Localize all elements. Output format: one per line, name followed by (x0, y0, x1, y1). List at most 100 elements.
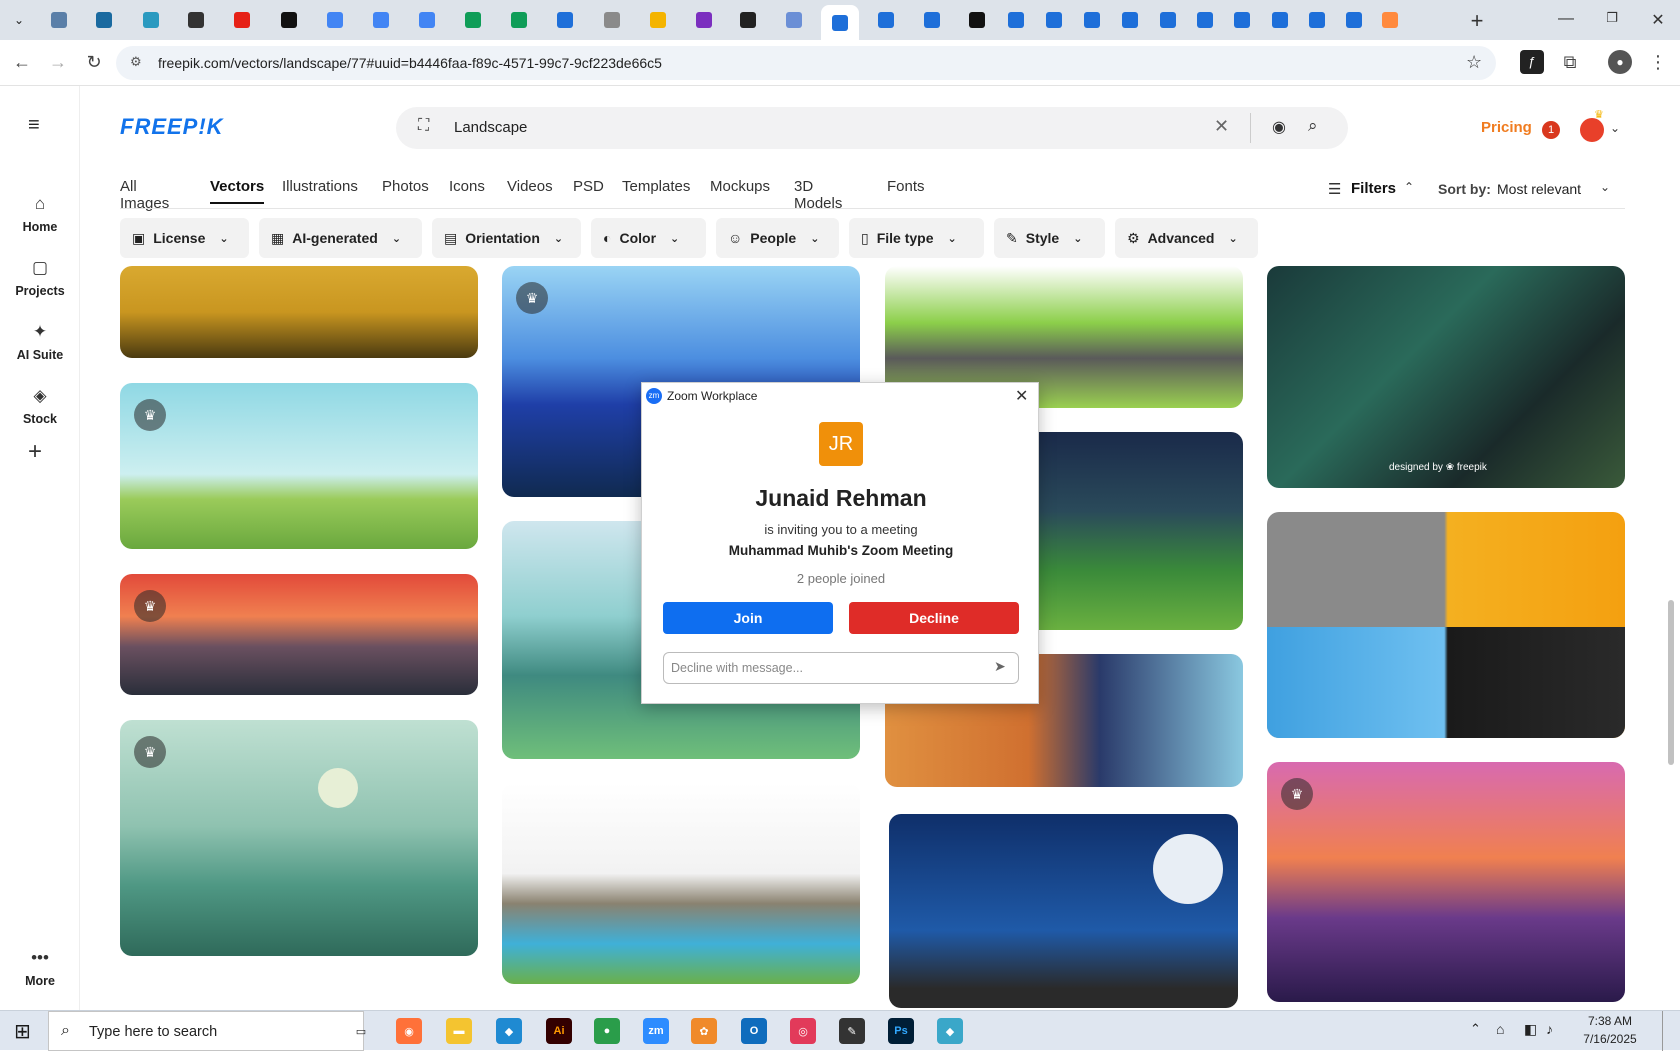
browser-tab[interactable] (734, 7, 762, 33)
volume-icon[interactable]: ♪ (1546, 1021, 1553, 1037)
creative-cloud-icon[interactable]: ◎ (790, 1018, 816, 1044)
freepik-logo[interactable]: FREEP!K (120, 114, 224, 140)
tab-templates[interactable]: Templates (622, 178, 690, 195)
browser-tab[interactable] (780, 7, 808, 33)
browser-tab[interactable] (1078, 7, 1106, 33)
filter-license-button[interactable]: ▣ License ⌄ (120, 218, 249, 258)
pricing-link[interactable]: Pricing (1481, 119, 1532, 136)
forward-icon[interactable]: → (46, 50, 70, 74)
browser-tab[interactable] (551, 7, 579, 33)
new-tab-button[interactable]: + (1465, 8, 1489, 34)
browser-tab[interactable] (1002, 7, 1030, 33)
tab-search-dropdown[interactable]: ⌄ (6, 7, 32, 33)
clear-search-icon[interactable]: ✕ (1214, 116, 1229, 137)
browser-tab[interactable] (413, 7, 441, 33)
chevron-down-icon[interactable]: ⌄ (1610, 121, 1620, 135)
browser-tab[interactable] (321, 7, 349, 33)
browser-tab[interactable] (1303, 7, 1331, 33)
filter-style-button[interactable]: ✎ Style ⌄ (994, 218, 1105, 258)
hamburger-menu-icon[interactable]: ≡ (28, 114, 40, 137)
image-card[interactable] (889, 814, 1238, 1008)
browser-tab[interactable] (1376, 7, 1404, 33)
url-text[interactable]: freepik.com/vectors/landscape/77#uuid=b4… (158, 55, 662, 71)
tab-illustrations[interactable]: Illustrations (282, 178, 358, 195)
restore-icon[interactable]: ❐ (1592, 10, 1632, 26)
notification-badge[interactable]: 1 (1542, 121, 1560, 139)
chevron-up-icon[interactable]: ⌃ (1470, 1021, 1481, 1037)
task-view-icon[interactable]: ▭ (348, 1018, 374, 1044)
browser-tab[interactable] (644, 7, 672, 33)
browser-tab[interactable] (459, 7, 487, 33)
pen-app-icon[interactable]: ✎ (839, 1018, 865, 1044)
site-info-icon[interactable]: ⚙ (130, 54, 142, 70)
chevron-up-icon[interactable]: ⌃ (1404, 180, 1414, 194)
browser-tab[interactable] (90, 7, 118, 33)
sidebar-item-more[interactable]: ••• More (0, 948, 80, 988)
photoshop-icon[interactable]: Ps (888, 1018, 914, 1044)
sort-select[interactable]: Most relevant (1497, 181, 1581, 197)
browser-tab[interactable] (182, 7, 210, 33)
camera-search-icon[interactable]: ◉ (1272, 117, 1286, 137)
reload-icon[interactable]: ↻ (82, 50, 106, 74)
minimize-icon[interactable]: — (1546, 10, 1586, 28)
send-arrow-icon[interactable]: ➤ (994, 658, 1006, 675)
tab-3d-models[interactable]: 3D Models (794, 178, 842, 212)
browser-tab[interactable] (918, 7, 946, 33)
browser-tab[interactable] (505, 7, 533, 33)
show-desktop-button[interactable] (1662, 1011, 1663, 1051)
browser-tab[interactable] (1228, 7, 1256, 33)
tab-photos[interactable]: Photos (382, 178, 429, 195)
browser-tab[interactable] (821, 5, 859, 40)
filter-color-button[interactable]: ◐ Color ⌄ (591, 218, 706, 258)
tab-psd[interactable]: PSD (573, 178, 604, 195)
filters-toggle[interactable]: Filters (1351, 180, 1396, 197)
image-card[interactable] (1267, 512, 1625, 738)
browser-tab[interactable] (1191, 7, 1219, 33)
browser-tab[interactable] (275, 7, 303, 33)
close-icon[interactable]: ✕ (1015, 386, 1028, 406)
browser-tab[interactable] (137, 7, 165, 33)
extensions-puzzle-icon[interactable]: ⧉ (1558, 50, 1582, 74)
filter-advanced-button[interactable]: ⚙ Advanced ⌄ (1115, 218, 1258, 258)
browser-tab[interactable] (45, 7, 73, 33)
tab-mockups[interactable]: Mockups (710, 178, 770, 195)
image-card[interactable] (120, 266, 478, 358)
tab-icons[interactable]: Icons (449, 178, 485, 195)
image-card[interactable]: ♛ (120, 383, 478, 549)
illustrator-icon[interactable]: Ai (546, 1018, 572, 1044)
tab-fonts[interactable]: Fonts (887, 178, 925, 195)
sidebar-item-stock[interactable]: ◈ Stock (0, 386, 80, 426)
windows-start-icon[interactable]: ⊞ (14, 1019, 31, 1044)
image-card[interactable]: ♛ (120, 720, 478, 956)
browser-tab[interactable] (367, 7, 395, 33)
image-card[interactable]: ♛ (120, 574, 478, 695)
vscode-icon[interactable]: ◆ (496, 1018, 522, 1044)
decline-message-input[interactable]: Decline with message... ➤ (663, 652, 1019, 684)
browser-tab[interactable] (1154, 7, 1182, 33)
image-card[interactable]: ♛ (1267, 762, 1625, 1002)
page-scrollbar[interactable] (1668, 600, 1674, 765)
extension-icon[interactable]: ƒ (1520, 50, 1544, 74)
wifi-icon[interactable]: ◧ (1524, 1021, 1537, 1038)
sidebar-item-home[interactable]: ⌂ Home (0, 194, 80, 234)
search-input[interactable]: Landscape (454, 119, 527, 136)
filters-sliders-icon[interactable]: ☰ (1328, 180, 1341, 198)
browser-tab[interactable] (963, 7, 991, 33)
browser-tab[interactable] (1116, 7, 1144, 33)
back-icon[interactable]: ← (10, 50, 34, 74)
taskbar-search-box[interactable]: ⌕ Type here to search (48, 1011, 364, 1051)
browser-menu-icon[interactable]: ⋮ (1646, 50, 1670, 74)
browser-tab[interactable] (872, 7, 900, 33)
clock-time[interactable]: 7:38 AM (1570, 1014, 1650, 1028)
profile-avatar[interactable]: ● (1608, 50, 1632, 74)
zoom-taskbar-icon[interactable]: zm (643, 1018, 669, 1044)
app-icon[interactable]: ✿ (691, 1018, 717, 1044)
file-explorer-icon[interactable]: ▬ (446, 1018, 472, 1044)
browser-tab[interactable] (1266, 7, 1294, 33)
image-card[interactable]: designed by ❀ freepik (1267, 266, 1625, 488)
tab-all-images[interactable]: All Images (120, 178, 169, 212)
filter-ai-generated-button[interactable]: ▦ AI-generated ⌄ (259, 218, 422, 258)
search-type-icon[interactable]: ⛶ (418, 117, 429, 135)
outlook-icon[interactable]: O (741, 1018, 767, 1044)
tab-vectors[interactable]: Vectors (210, 178, 265, 204)
